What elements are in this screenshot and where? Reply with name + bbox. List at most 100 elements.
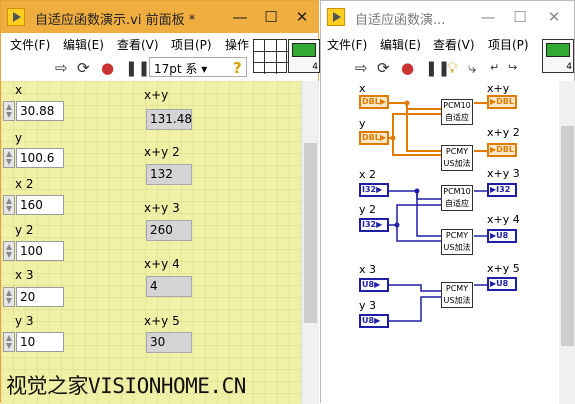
run-continuously-icon[interactable]: ⟳ — [377, 58, 390, 78]
output-terminal-sum1[interactable]: ▶DBL — [487, 95, 517, 109]
connector-pane-icon[interactable] — [253, 39, 288, 74]
input-terminal-x2[interactable]: I32▶ — [359, 183, 389, 197]
adaptive-vi-node[interactable]: PCM10 自适应 — [441, 185, 473, 211]
increment-decrement-y2[interactable] — [3, 241, 15, 261]
menu-view[interactable]: 查看(V) — [433, 36, 475, 53]
front-panel-canvas: x 30.88 y 100.6 x 2 160 y 2 100 x 3 20 y… — [1, 81, 301, 404]
step-into-icon[interactable]: ↵ — [490, 58, 499, 78]
terminal-label-y: y — [359, 117, 366, 130]
abort-stop-icon[interactable]: ● — [401, 58, 414, 78]
minimize-button[interactable]: — — [473, 6, 503, 28]
terminal-label-y2: y 2 — [359, 203, 377, 216]
wire-x3-to-add3 — [383, 284, 441, 292]
menu-edit[interactable]: 编辑(E) — [380, 36, 421, 53]
wire-x-to-adapt1 — [383, 102, 441, 110]
vi-icon[interactable]: 4 — [542, 39, 574, 73]
control-label-x: x — [15, 83, 23, 97]
numeric-control-y[interactable]: 100.6 — [16, 148, 64, 168]
terminal-label-x: x — [359, 82, 366, 95]
front-panel-scrollbar[interactable] — [301, 81, 319, 404]
terminal-label-sum5: x+y 5 — [487, 262, 520, 275]
menu-file[interactable]: 文件(F) — [327, 36, 367, 53]
increment-decrement-x2[interactable] — [3, 195, 15, 215]
numeric-control-y2[interactable]: 100 — [16, 241, 64, 261]
front-panel-window: 自适应函数演示.vi 前面板 * — ☐ ✕ 文件(F) 编辑(E) 查看(V)… — [0, 0, 320, 404]
wire-y3-to-add3 — [383, 296, 441, 322]
input-terminal-x[interactable]: DBL▶ — [359, 95, 389, 109]
menu-project[interactable]: 项目(P) — [488, 36, 529, 53]
run-arrow-icon[interactable]: ⇨ — [55, 58, 68, 78]
numeric-indicator-sum5: 30 — [146, 332, 192, 353]
highlight-execution-icon[interactable]: 💡︎ — [447, 58, 458, 78]
block-diagram-title-bar[interactable]: 自适应函数演... — ☐ ✕ — [321, 1, 574, 33]
menu-project[interactable]: 项目(P) — [171, 36, 212, 53]
control-label-y2: y 2 — [15, 223, 34, 237]
block-diagram-window: 自适应函数演... — ☐ ✕ 文件(F) 编辑(E) 查看(V) 项目(P) … — [320, 0, 575, 404]
numeric-indicator-sum2: 132 — [146, 164, 192, 185]
maximize-button[interactable]: ☐ — [256, 6, 286, 28]
wire-junction — [414, 188, 420, 194]
menu-edit[interactable]: 编辑(E) — [63, 36, 104, 53]
block-diagram-title: 自适应函数演... — [355, 13, 446, 28]
input-terminal-y3[interactable]: U8▶ — [359, 314, 389, 328]
add-node[interactable]: PCMY US加法 — [441, 282, 473, 308]
control-label-y3: y 3 — [15, 314, 34, 328]
indicator-label-sum1: x+y — [144, 88, 169, 102]
scrollbar-thumb[interactable] — [561, 126, 574, 346]
block-diagram-menubar: 文件(F) 编辑(E) 查看(V) 项目(P) — [321, 33, 574, 54]
numeric-control-x2[interactable]: 160 — [16, 195, 64, 215]
input-terminal-y[interactable]: DBL▶ — [359, 131, 389, 145]
add-node[interactable]: PCMY US加法 — [441, 145, 473, 171]
wires-layer — [383, 100, 487, 322]
step-over-icon[interactable]: ↪ — [508, 58, 517, 78]
labview-vi-icon — [7, 8, 25, 26]
add-node[interactable]: PCMY US加法 — [441, 229, 473, 255]
run-continuously-icon[interactable]: ⟳ — [77, 58, 90, 78]
retain-wire-values-icon[interactable]: ⤷ — [468, 58, 476, 78]
minimize-button[interactable]: — — [225, 6, 255, 28]
block-diagram-scrollbar[interactable] — [559, 81, 575, 404]
indicator-label-sum2: x+y 2 — [144, 145, 180, 159]
block-diagram-canvas: x DBL▶ y DBL▶ x 2 I32▶ y 2 I32▶ x 3 U8▶ … — [321, 81, 559, 404]
input-terminal-y2[interactable]: I32▶ — [359, 218, 389, 232]
output-terminal-sum2[interactable]: ▶DBL — [487, 143, 517, 157]
control-label-y: y — [15, 131, 23, 145]
pause-icon[interactable]: ❚❚ — [125, 58, 150, 78]
numeric-indicator-sum1: 131.48 — [146, 109, 192, 130]
output-terminal-sum3[interactable]: ▶I32 — [487, 183, 517, 197]
terminal-label-x2: x 2 — [359, 168, 377, 181]
menu-view[interactable]: 查看(V) — [117, 36, 159, 53]
wire-y-to-add1 — [392, 138, 441, 156]
numeric-control-x[interactable]: 30.88 — [16, 101, 64, 121]
menu-operate[interactable]: 操作 — [225, 36, 249, 53]
close-button[interactable]: ✕ — [539, 6, 569, 28]
output-terminal-sum4[interactable]: ▶U8 — [487, 229, 517, 243]
terminal-label-x3: x 3 — [359, 263, 377, 276]
question-help-icon[interactable]: ? — [233, 58, 242, 78]
close-button[interactable]: ✕ — [287, 6, 317, 28]
menu-file[interactable]: 文件(F) — [10, 36, 50, 53]
output-terminal-sum5[interactable]: ▶U8 — [487, 277, 517, 291]
control-label-x3: x 3 — [15, 268, 34, 282]
terminal-label-sum1: x+y — [487, 82, 510, 95]
wire-junction — [404, 100, 410, 106]
increment-decrement-y3[interactable] — [3, 332, 15, 352]
increment-decrement-x3[interactable] — [3, 287, 15, 307]
front-panel-title-bar[interactable]: 自适应函数演示.vi 前面板 * — ☐ ✕ — [1, 1, 318, 33]
increment-decrement-y[interactable] — [3, 148, 15, 168]
wire-junction — [394, 222, 400, 228]
numeric-indicator-sum3: 260 — [146, 220, 192, 241]
terminal-label-y3: y 3 — [359, 299, 377, 312]
control-label-x2: x 2 — [15, 177, 34, 191]
maximize-button[interactable]: ☐ — [505, 6, 535, 28]
increment-decrement-x[interactable] — [3, 101, 15, 121]
numeric-control-x3[interactable]: 20 — [16, 287, 64, 307]
run-arrow-icon[interactable]: ⇨ — [355, 58, 368, 78]
wire-y2-to-adapt2 — [383, 204, 441, 226]
adaptive-vi-node[interactable]: PCM10 自适应 — [441, 99, 473, 125]
vi-icon[interactable]: 4 — [288, 39, 320, 73]
numeric-control-y3[interactable]: 10 — [16, 332, 64, 352]
scrollbar-thumb[interactable] — [304, 143, 317, 323]
abort-stop-icon[interactable]: ● — [101, 58, 114, 78]
input-terminal-x3[interactable]: U8▶ — [359, 278, 389, 292]
